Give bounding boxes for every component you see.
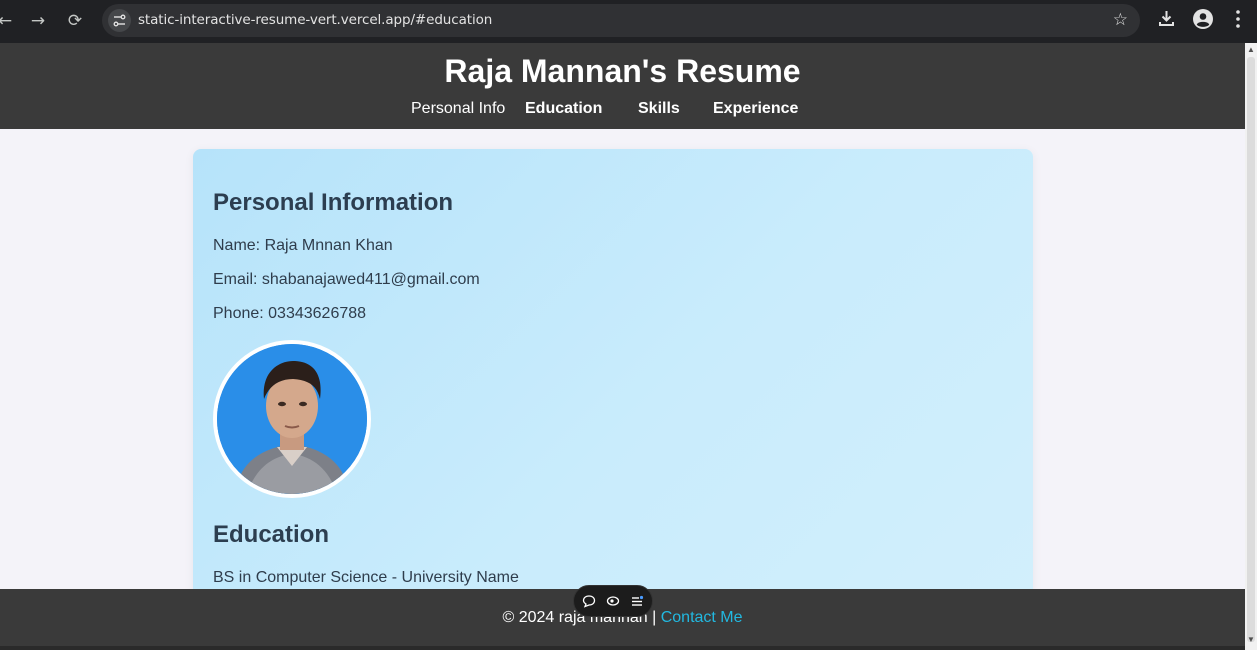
nav-link-experience[interactable]: Experience bbox=[713, 100, 798, 118]
personal-phone: Phone: 03343626788 bbox=[213, 305, 367, 322]
site-header: Raja Mannan's Resume Personal Info Educa… bbox=[0, 43, 1245, 129]
download-icon[interactable] bbox=[1157, 9, 1176, 33]
back-arrow-icon[interactable]: ← bbox=[0, 8, 18, 34]
page-scrollbar[interactable]: ▲ ▼ bbox=[1245, 43, 1257, 650]
eye-icon[interactable] bbox=[606, 594, 620, 608]
taskbar-strip bbox=[0, 646, 1245, 650]
browser-toolbar: ← → ⟳ static-interactive-resume-vert.ver… bbox=[0, 0, 1257, 43]
page-title: Raja Mannan's Resume bbox=[444, 53, 801, 89]
scroll-thumb[interactable] bbox=[1247, 57, 1255, 642]
nav-link-personal-info[interactable]: Personal Info bbox=[411, 100, 505, 118]
floating-toolbar bbox=[573, 585, 653, 617]
education-heading: Education bbox=[213, 521, 330, 548]
nav-link-skills[interactable]: Skills bbox=[638, 100, 680, 118]
reload-icon[interactable]: ⟳ bbox=[62, 8, 88, 34]
profile-photo bbox=[213, 340, 371, 498]
education-degree: BS in Computer Science - University Name bbox=[213, 569, 519, 586]
url-text[interactable]: static-interactive-resume-vert.vercel.ap… bbox=[138, 12, 492, 28]
list-menu-icon[interactable] bbox=[630, 594, 644, 608]
contact-me-link[interactable]: Contact Me bbox=[661, 609, 743, 626]
nav-link-education[interactable]: Education bbox=[525, 100, 602, 118]
personal-info-heading: Personal Information bbox=[213, 189, 454, 216]
personal-name: Name: Raja Mnnan Khan bbox=[213, 237, 393, 254]
forward-arrow-icon[interactable]: → bbox=[25, 8, 51, 34]
resume-card: Personal Information Name: Raja Mnnan Kh… bbox=[193, 149, 1033, 609]
bookmark-star-icon[interactable]: ☆ bbox=[1113, 10, 1128, 30]
scroll-down-arrow-icon[interactable]: ▼ bbox=[1247, 636, 1255, 644]
menu-kebab-icon[interactable] bbox=[1232, 9, 1244, 34]
profile-icon[interactable] bbox=[1193, 9, 1213, 34]
address-bar[interactable]: static-interactive-resume-vert.vercel.ap… bbox=[102, 4, 1140, 37]
site-settings-icon[interactable] bbox=[108, 9, 131, 32]
comment-icon[interactable] bbox=[582, 594, 596, 608]
scroll-up-arrow-icon[interactable]: ▲ bbox=[1247, 46, 1255, 54]
personal-email: Email: shabanajawed411@gmail.com bbox=[213, 271, 480, 288]
